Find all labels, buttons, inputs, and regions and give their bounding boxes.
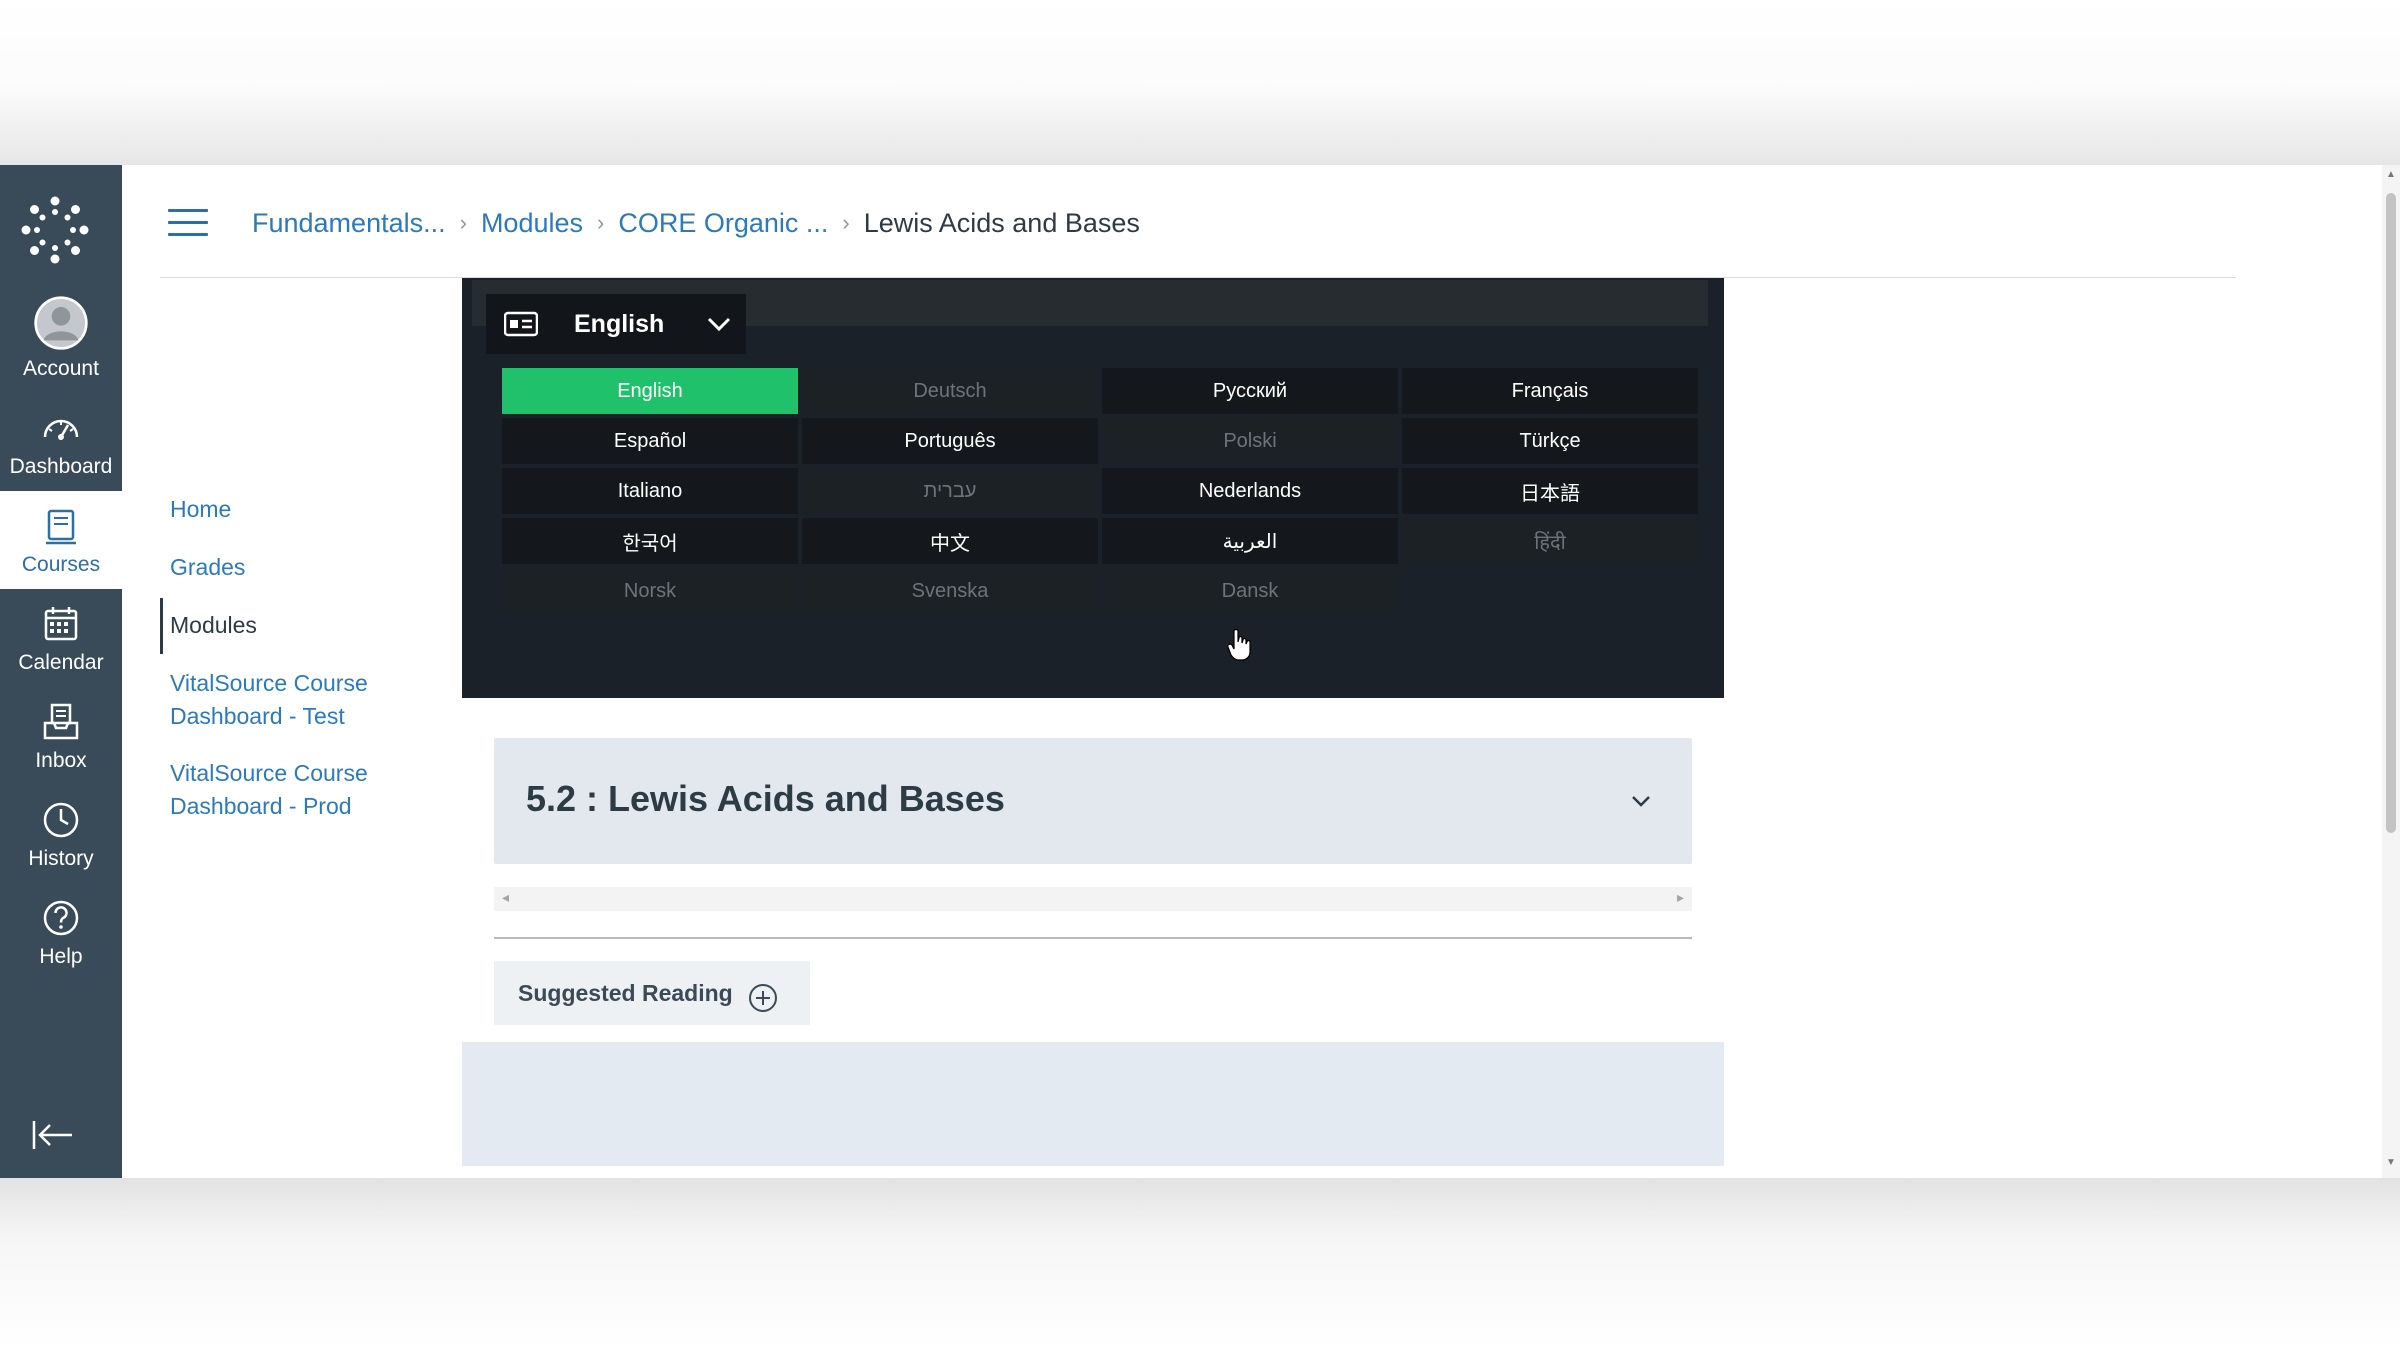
breadcrumb-separator-icon: › — [842, 210, 850, 235]
course-nav-vitalsource-test[interactable]: VitalSource Course Dashboard - Test — [170, 667, 450, 733]
dashboard-icon — [43, 419, 79, 440]
course-nav-home[interactable]: Home — [170, 493, 450, 526]
account-icon — [34, 296, 88, 350]
canvas-logo-icon[interactable] — [18, 193, 92, 267]
caption-language-option[interactable]: 日本語 — [1402, 468, 1698, 514]
global-nav-label: Inbox — [35, 749, 87, 772]
caption-language-option[interactable]: English — [502, 368, 798, 414]
courses-icon — [46, 509, 76, 545]
caption-language-option[interactable]: Norsk — [502, 568, 798, 614]
course-nav-grades[interactable]: Grades — [170, 551, 450, 584]
global-nav-calendar[interactable]: Calendar — [0, 589, 122, 687]
bottom-backdrop — [0, 1178, 2400, 1350]
global-nav-history[interactable]: History — [0, 785, 122, 883]
caption-language-option[interactable]: Nederlands — [1102, 468, 1398, 514]
content-block — [462, 1042, 1724, 1166]
global-nav-label: Calendar — [18, 651, 104, 674]
global-nav: Account Dashboard Courses Calendar Inbox… — [0, 165, 122, 1178]
calendar-icon — [44, 607, 78, 641]
closed-captions-icon — [504, 311, 538, 337]
breadcrumb-course[interactable]: Fundamentals... — [252, 208, 446, 239]
history-icon — [43, 802, 79, 838]
caption-language-option[interactable]: Русский — [1102, 368, 1398, 414]
global-nav-inbox[interactable]: Inbox — [0, 687, 122, 785]
global-nav-dashboard[interactable]: Dashboard — [0, 393, 122, 491]
breadcrumb-modules[interactable]: Modules — [481, 208, 583, 239]
caption-language-value: English — [574, 309, 665, 338]
help-icon — [43, 900, 79, 936]
breadcrumb-module[interactable]: CORE Organic ... — [618, 208, 828, 239]
chevron-down-icon[interactable] — [1630, 794, 1652, 808]
caption-language-option[interactable]: 한국어 — [502, 518, 798, 564]
caption-language-option[interactable]: Svenska — [802, 568, 1098, 614]
module-title: 5.2 : Lewis Acids and Bases — [526, 778, 1005, 819]
caption-language-option[interactable]: Português — [802, 418, 1098, 464]
page-scrollbar[interactable]: ▲ ▼ — [2382, 165, 2400, 1178]
course-menu-hamburger-icon[interactable] — [168, 209, 208, 239]
global-nav-label: Dashboard — [9, 455, 113, 478]
page-scrollbar-thumb[interactable] — [2386, 193, 2396, 833]
caption-language-selector[interactable]: English — [486, 294, 746, 354]
horizontal-scrollbar[interactable]: ◂ ▸ — [494, 887, 1692, 911]
global-nav-label: Courses — [21, 553, 101, 576]
scroll-up-icon[interactable]: ▲ — [2386, 169, 2396, 180]
caption-language-option[interactable]: עברית — [802, 468, 1098, 514]
hand-cursor-icon — [1227, 628, 1251, 661]
caption-language-option[interactable]: Italiano — [502, 468, 798, 514]
content-divider — [494, 937, 1692, 939]
breadcrumb-current-page: Lewis Acids and Bases — [863, 207, 1140, 238]
chevron-down-icon — [708, 317, 731, 332]
global-nav-label: Help — [39, 945, 83, 968]
global-nav-help[interactable]: Help — [0, 883, 122, 981]
caption-language-option[interactable]: हिंदी — [1402, 518, 1698, 564]
module-title-bar[interactable]: 5.2 : Lewis Acids and Bases — [494, 738, 1692, 864]
caption-language-option[interactable]: Dansk — [1102, 568, 1398, 614]
caption-language-grid: English Deutsch Русский Français Español Port… — [502, 368, 1698, 614]
caption-language-option[interactable]: Deutsch — [802, 368, 1098, 414]
inbox-icon — [43, 703, 79, 740]
canvas-app-window: Account Dashboard Courses Calendar Inbox… — [0, 165, 2400, 1178]
caption-language-option[interactable]: 中文 — [802, 518, 1098, 564]
caption-language-option[interactable]: Español — [502, 418, 798, 464]
caption-language-option[interactable]: العربية — [1102, 518, 1398, 564]
collapse-nav-icon[interactable] — [30, 1115, 76, 1155]
breadcrumb: Fundamentals... › Modules › CORE Organic… — [252, 203, 1140, 243]
scroll-right-icon[interactable]: ▸ — [1677, 889, 1684, 906]
top-backdrop — [0, 0, 2400, 165]
course-nav-vitalsource-prod[interactable]: VitalSource Course Dashboard - Prod — [170, 757, 450, 823]
course-nav-active-indicator — [160, 598, 163, 654]
caption-language-option[interactable]: Türkçe — [1402, 418, 1698, 464]
plus-circle-icon[interactable] — [747, 982, 779, 1014]
breadcrumb-separator-icon: › — [597, 210, 605, 235]
caption-language-option[interactable]: Français — [1402, 368, 1698, 414]
global-nav-account[interactable]: Account — [0, 295, 122, 393]
suggested-reading-label: Suggested Reading — [518, 979, 733, 1006]
scroll-down-icon[interactable]: ▼ — [2386, 1157, 2396, 1168]
video-player[interactable]: English English Deutsch Русский Français Esp… — [462, 278, 1724, 698]
breadcrumb-separator-icon: › — [459, 210, 467, 235]
course-nav-modules[interactable]: Modules — [170, 609, 450, 642]
global-nav-label: Account — [23, 357, 99, 380]
caption-language-option[interactable]: Polski — [1102, 418, 1398, 464]
global-nav-courses[interactable]: Courses — [0, 491, 122, 589]
scroll-left-icon[interactable]: ◂ — [502, 889, 509, 906]
suggested-reading-toggle[interactable]: Suggested Reading — [494, 961, 810, 1025]
global-nav-label: History — [28, 847, 94, 870]
